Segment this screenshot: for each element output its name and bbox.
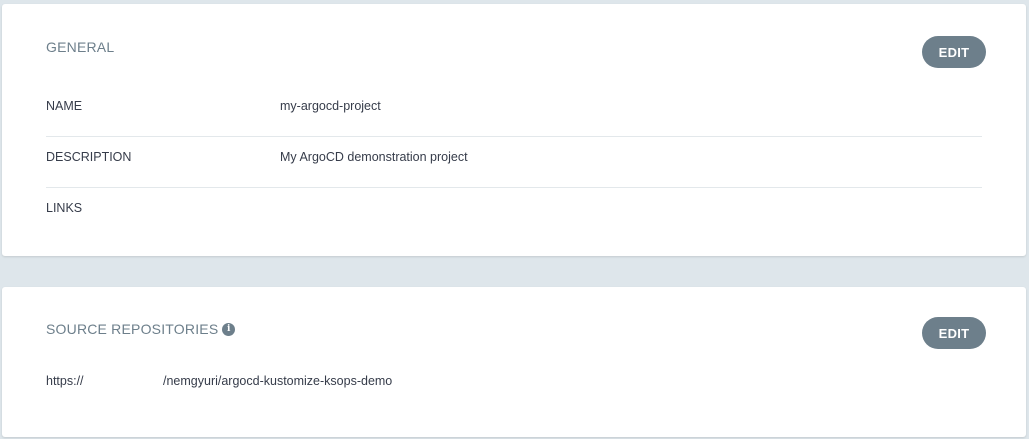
links-row: LINKS: [46, 187, 982, 238]
source-repositories-title-wrap: SOURCE REPOSITORIES i: [46, 321, 236, 337]
repo-url-prefix: https://: [46, 374, 84, 388]
source-repositories-card: SOURCE REPOSITORIES i EDIT https:// /nem…: [2, 287, 1026, 437]
description-label: DESCRIPTION: [46, 150, 132, 164]
description-row: DESCRIPTION My ArgoCD demonstration proj…: [46, 136, 982, 188]
source-repositories-title: SOURCE REPOSITORIES: [46, 321, 219, 337]
general-edit-button[interactable]: EDIT: [922, 36, 986, 68]
source-repositories-edit-button[interactable]: EDIT: [922, 317, 986, 349]
general-title: GENERAL: [46, 39, 115, 55]
name-label: NAME: [46, 99, 83, 113]
general-card: GENERAL EDIT NAME my-argocd-project DESC…: [2, 4, 1026, 256]
description-value: My ArgoCD demonstration project: [280, 150, 468, 164]
links-label: LINKS: [46, 201, 83, 215]
name-value: my-argocd-project: [280, 99, 381, 113]
repo-url-path: /nemgyuri/argocd-kustomize-ksops-demo: [163, 374, 393, 388]
name-row: NAME my-argocd-project: [46, 85, 982, 137]
info-icon[interactable]: i: [222, 322, 236, 336]
